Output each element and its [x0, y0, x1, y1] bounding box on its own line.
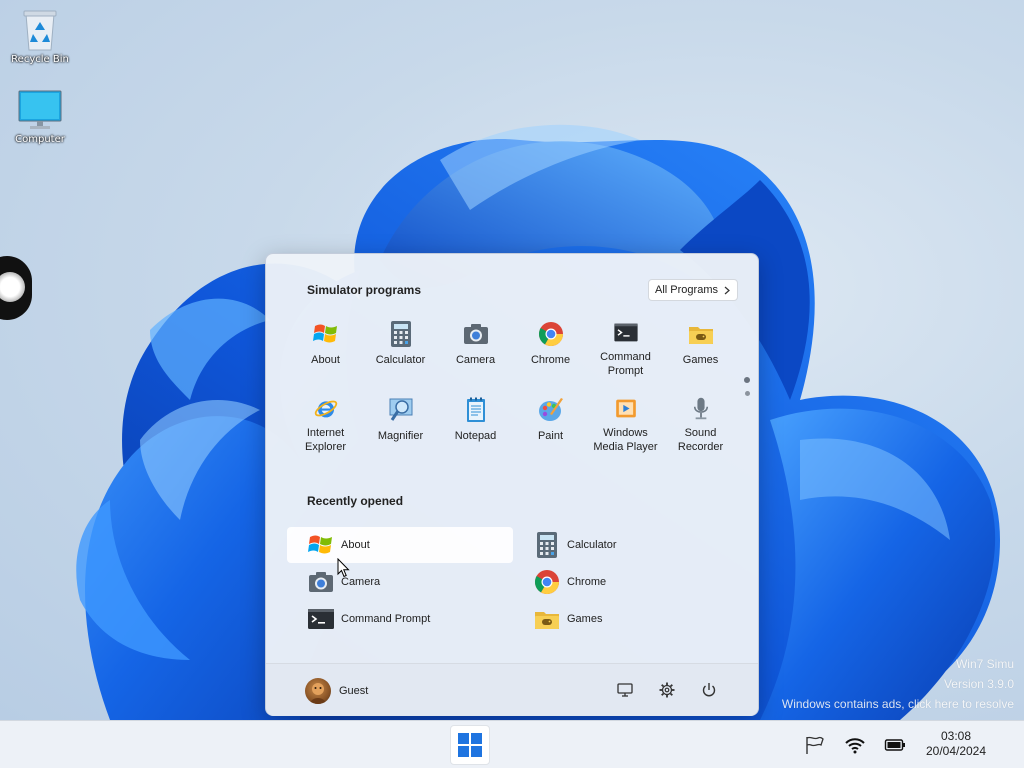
program-tile-command-prompt[interactable]: Command Prompt	[588, 320, 663, 378]
program-label: Calculator	[375, 354, 426, 366]
recent-item-calculator[interactable]: Calculator	[513, 527, 739, 563]
battery-icon[interactable]	[884, 735, 906, 755]
clock-time: 03:08	[940, 729, 972, 743]
wifi-icon[interactable]	[844, 735, 866, 755]
program-label: Chrome	[530, 354, 571, 366]
recycle-bin-icon	[23, 10, 57, 51]
program-label: Windows Media Player	[593, 427, 658, 453]
all-programs-label: All Programs	[655, 284, 718, 296]
desktop-icon-label: Recycle Bin	[11, 54, 69, 65]
program-label: Notepad	[454, 430, 497, 442]
command-prompt-icon	[308, 609, 334, 629]
program-grid: About Calculator Camera Chrome Command P…	[288, 320, 738, 454]
chevron-right-icon	[724, 286, 730, 294]
windows-logo-icon	[308, 535, 332, 554]
taskbar-clock[interactable]: 03:08 20/04/2024	[918, 729, 994, 759]
program-tile-sound-recorder[interactable]: Sound Recorder	[663, 396, 738, 454]
recent-item-chrome[interactable]: Chrome	[513, 564, 739, 600]
program-tile-paint[interactable]: Paint	[513, 396, 588, 454]
windows-start-icon	[458, 733, 482, 757]
program-label: Games	[682, 354, 719, 366]
page-indicator[interactable]	[744, 377, 750, 404]
programs-section-title: Simulator programs	[307, 283, 422, 297]
user-name: Guest	[339, 685, 369, 697]
program-tile-about[interactable]: About	[288, 320, 363, 378]
program-tile-magnifier[interactable]: Magnifier	[363, 396, 438, 454]
calculator-icon	[390, 321, 411, 347]
activation-watermark[interactable]: Win7 Simu Version 3.9.0 Windows contains…	[782, 654, 1014, 714]
program-tile-camera[interactable]: Camera	[438, 320, 513, 378]
magnifier-icon	[389, 398, 412, 421]
program-tile-internet-explorer[interactable]: Internet Explorer	[288, 396, 363, 454]
program-tile-notepad[interactable]: Notepad	[438, 396, 513, 454]
recent-item-camera[interactable]: Camera	[287, 564, 513, 600]
camera-icon	[309, 572, 333, 592]
desktop-icon-label: Computer	[15, 134, 65, 145]
program-label: Sound Recorder	[677, 427, 724, 453]
games-folder-icon	[688, 327, 713, 344]
power-icon[interactable]	[700, 681, 718, 699]
notepad-icon	[466, 397, 485, 422]
program-label: Camera	[455, 354, 496, 366]
recent-item-label: About	[341, 539, 370, 551]
internet-explorer-icon	[314, 400, 337, 418]
watermark-version: Version 3.9.0	[943, 677, 1014, 691]
recent-item-label: Command Prompt	[341, 613, 431, 625]
gear-icon[interactable]	[658, 681, 676, 699]
avatar	[305, 678, 331, 704]
start-menu-footer: Guest	[266, 663, 758, 716]
start-button[interactable]	[450, 725, 490, 765]
games-folder-icon	[535, 612, 559, 629]
recent-list: About Calculator Camera Chrome Command P…	[287, 527, 739, 637]
calculator-icon	[537, 532, 557, 558]
program-label: About	[311, 354, 340, 366]
program-tile-calculator[interactable]: Calculator	[363, 320, 438, 378]
media-player-icon	[615, 399, 636, 418]
recent-item-label: Calculator	[567, 539, 617, 551]
computer-icon	[18, 90, 62, 129]
flag-icon[interactable]	[804, 735, 826, 755]
chrome-icon	[534, 570, 559, 595]
program-label: Command Prompt	[600, 351, 651, 377]
recent-section-title: Recently opened	[307, 494, 404, 508]
avatar-image-icon	[310, 683, 326, 704]
all-programs-button[interactable]: All Programs	[648, 279, 738, 301]
chrome-icon	[538, 322, 563, 347]
program-tile-games[interactable]: Games	[663, 320, 738, 378]
program-tile-windows-media-player[interactable]: Windows Media Player	[588, 396, 663, 454]
command-prompt-icon	[613, 323, 638, 342]
start-menu: Simulator programs All Programs About Ca…	[265, 253, 759, 716]
recent-item-about[interactable]: About	[287, 527, 513, 563]
recent-item-label: Games	[567, 613, 603, 625]
watermark-ads-notice[interactable]: Windows contains ads, click here to reso…	[782, 694, 1014, 714]
program-label: Paint	[537, 430, 564, 442]
recent-item-label: Chrome	[567, 576, 607, 588]
recent-item-games[interactable]: Games	[513, 601, 739, 637]
desktop-icon-computer[interactable]: Computer	[4, 88, 76, 145]
microphone-icon	[693, 397, 708, 420]
recent-item-command-prompt[interactable]: Command Prompt	[287, 601, 513, 637]
program-tile-chrome[interactable]: Chrome	[513, 320, 588, 378]
watermark-title: Win7 Simu	[955, 657, 1014, 671]
mouse-cursor-icon	[337, 558, 350, 578]
windows-logo-icon	[312, 324, 337, 343]
page-dot[interactable]	[744, 391, 750, 396]
page-dot-active[interactable]	[744, 377, 750, 383]
camera-icon	[463, 324, 488, 344]
taskbar: 03:08 20/04/2024	[0, 720, 1024, 768]
monitor-icon[interactable]	[616, 681, 634, 699]
clock-date: 20/04/2024	[925, 744, 987, 758]
program-label: Magnifier	[377, 430, 424, 442]
desktop-icon-recycle-bin[interactable]: Recycle Bin	[4, 8, 76, 65]
paint-icon	[538, 398, 563, 421]
program-label: Internet Explorer	[305, 427, 346, 453]
user-account-button[interactable]: Guest	[305, 678, 368, 704]
